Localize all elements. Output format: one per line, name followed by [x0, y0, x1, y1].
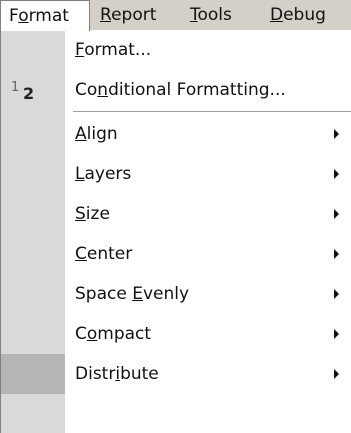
menu-item-distribute[interactable]: Distribute [1, 354, 351, 394]
menubar-format-label: Format [9, 6, 69, 26]
conditional-formatting-icon: 1 2 [11, 80, 35, 103]
submenu-arrow-icon [334, 129, 339, 139]
menu-item-format-label: Format... [75, 40, 152, 60]
submenu-arrow-icon [334, 369, 339, 379]
submenu-arrow-icon [334, 289, 339, 299]
submenu-arrow-icon [334, 249, 339, 259]
menu-item-align[interactable]: Align [1, 114, 351, 154]
menu-item-center-label: Center [75, 244, 133, 264]
menu-item-compact[interactable]: Compact [1, 314, 351, 354]
menubar-report-label: Report [100, 5, 157, 25]
menubar-tools-label: Tools [190, 5, 232, 25]
menu-item-align-label: Align [75, 124, 118, 144]
submenu-arrow-icon [334, 209, 339, 219]
menu-item-conditional-formatting[interactable]: 1 2 Conditional Formatting... [1, 70, 351, 110]
menu-separator [73, 111, 351, 113]
menu-item-conditional-formatting-label: Conditional Formatting... [75, 80, 286, 100]
menu-item-compact-label: Compact [75, 324, 152, 344]
menubar-format[interactable]: Format [0, 0, 90, 31]
menu-item-format[interactable]: Format... [1, 30, 351, 70]
menu-bar: Format Report Tools Debug [0, 0, 351, 31]
submenu-arrow-icon [334, 169, 339, 179]
submenu-arrow-icon [334, 329, 339, 339]
menu-item-distribute-label: Distribute [75, 364, 159, 384]
menu-item-space-evenly[interactable]: Space Evenly [1, 274, 351, 314]
menu-item-space-evenly-label: Space Evenly [75, 284, 190, 304]
menu-item-center[interactable]: Center [1, 234, 351, 274]
menubar-debug[interactable]: Debug [262, 0, 334, 30]
menu-item-size[interactable]: Size [1, 194, 351, 234]
menubar-report[interactable]: Report [92, 0, 164, 30]
menubar-debug-label: Debug [270, 5, 326, 25]
menu-item-layers[interactable]: Layers [1, 154, 351, 194]
format-dropdown-menu: Format... 1 2 Conditional Formatting... … [0, 30, 351, 433]
menu-item-size-label: Size [75, 204, 110, 224]
menubar-tools[interactable]: Tools [182, 0, 240, 30]
menu-item-highlight [1, 354, 65, 394]
menu-item-layers-label: Layers [75, 164, 132, 184]
